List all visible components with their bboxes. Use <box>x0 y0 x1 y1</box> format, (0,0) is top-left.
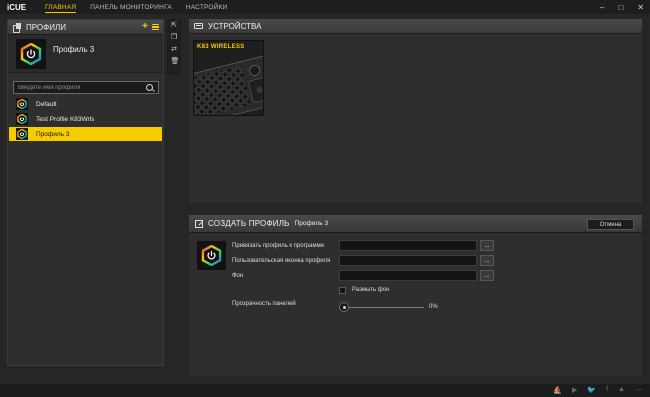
add-profile-icon[interactable]: + <box>142 22 148 32</box>
create-profile-header: СОЗДАТЬ ПРОФИЛЬ Профиль 3 Отмена <box>189 215 642 233</box>
devices-panel: УСТРОЙСТВА K83 WIRELESS <box>189 19 642 203</box>
facebook-icon[interactable]: f <box>606 386 608 394</box>
custom-icon-browse-button[interactable]: ... <box>480 255 494 266</box>
maximize-icon[interactable]: □ <box>618 3 623 12</box>
current-profile: Профиль 3 <box>8 35 163 73</box>
tab-settings[interactable]: НАСТРОЙКИ <box>186 0 228 14</box>
twitter-icon[interactable]: 🐦 <box>587 386 596 394</box>
link-program-label: Привязать профиль к программе <box>232 243 325 249</box>
current-profile-avatar-icon[interactable] <box>16 39 46 69</box>
trash-icon[interactable]: 🗑 <box>171 58 180 66</box>
export-icon[interactable]: ⇱ <box>171 22 178 30</box>
create-profile-avatar-icon[interactable] <box>197 241 226 270</box>
create-profile-title: СОЗДАТЬ ПРОФИЛЬ <box>208 219 290 228</box>
background-label: Фон <box>232 273 244 279</box>
background-field[interactable] <box>339 270 477 281</box>
youtube-icon[interactable]: ▶ <box>572 386 577 394</box>
custom-icon-field[interactable] <box>339 255 477 266</box>
profile-item-test[interactable]: Test Profile K83Wrls <box>8 112 163 126</box>
blur-background-label: Размыть фон <box>352 287 390 293</box>
profiles-header: ПРОФИЛИ + <box>8 20 163 35</box>
tab-dashboard[interactable]: ПАНЕЛЬ МОНИТОРИНГА <box>90 0 172 14</box>
search-icon[interactable] <box>146 84 153 91</box>
profile-toolbar: ⇱ ❐ ⇄ 🗑 <box>167 19 181 75</box>
profile-search[interactable] <box>13 81 159 94</box>
profile-item-label: Профиль 3 <box>36 130 70 138</box>
devices-header: УСТРОЙСТВА <box>189 19 642 34</box>
profile-search-input[interactable] <box>18 84 138 91</box>
bottom-bar: ⛵ ▶ 🐦 f ▲ ⋯ <box>0 384 650 397</box>
transparency-slider-thumb[interactable] <box>339 302 349 312</box>
link-program-field[interactable] <box>339 240 477 251</box>
keyboard-image-icon <box>194 55 263 115</box>
custom-icon-label: Пользовательская иконка профиля <box>232 258 331 264</box>
profile-avatar-icon <box>16 128 28 140</box>
top-bar: iCUE ГЛАВНАЯ ПАНЕЛЬ МОНИТОРИНГА НАСТРОЙК… <box>0 0 650 14</box>
keyboard-icon <box>194 23 203 29</box>
minimize-icon[interactable]: – <box>600 3 604 12</box>
blur-background-checkbox[interactable] <box>339 287 346 294</box>
profile-menu-icon[interactable] <box>152 24 159 30</box>
more-icon[interactable]: ⋯ <box>635 386 642 394</box>
device-tile-k83[interactable]: K83 WIRELESS <box>193 40 264 116</box>
profiles-panel: ПРОФИЛИ + Профиль 3 Default Test Prof <box>7 19 164 366</box>
current-profile-name: Профиль 3 <box>53 45 95 54</box>
transparency-label: Прозрачность панелей <box>232 301 296 307</box>
profile-avatar-icon <box>16 98 28 110</box>
profile-item-label: Test Profile K83Wrls <box>36 115 95 123</box>
profile-item-profile3[interactable]: Профиль 3 <box>9 127 162 141</box>
transparency-value: 0% <box>429 304 438 310</box>
profile-item-label: Default <box>36 100 57 108</box>
profile-avatar-icon <box>16 113 28 125</box>
link-program-browse-button[interactable]: ... <box>480 240 494 251</box>
transparency-slider-track[interactable] <box>344 307 424 308</box>
corsair-icon[interactable]: ⛵ <box>553 386 562 394</box>
background-browse-button[interactable]: ... <box>480 270 494 281</box>
close-icon[interactable]: ✕ <box>637 3 644 12</box>
profiles-icon <box>13 23 21 33</box>
profiles-title: ПРОФИЛИ <box>26 22 66 32</box>
profile-item-default[interactable]: Default <box>8 97 163 111</box>
copy-icon[interactable]: ❐ <box>171 34 178 42</box>
cancel-button[interactable]: Отмена <box>587 219 634 230</box>
tab-home[interactable]: ГЛАВНАЯ <box>45 0 77 14</box>
social-links: ⛵ ▶ 🐦 f ▲ ⋯ <box>553 386 642 394</box>
window-controls: – □ ✕ <box>600 0 644 14</box>
create-profile-panel: СОЗДАТЬ ПРОФИЛЬ Профиль 3 Отмена Привяза… <box>189 215 642 376</box>
share-icon[interactable]: ⇄ <box>171 46 178 54</box>
edit-icon <box>195 219 203 228</box>
forum-icon[interactable]: ▲ <box>618 386 625 394</box>
devices-title: УСТРОЙСТВА <box>208 21 262 31</box>
app-logo: iCUE <box>7 2 27 12</box>
create-profile-name: Профиль 3 <box>294 220 329 227</box>
